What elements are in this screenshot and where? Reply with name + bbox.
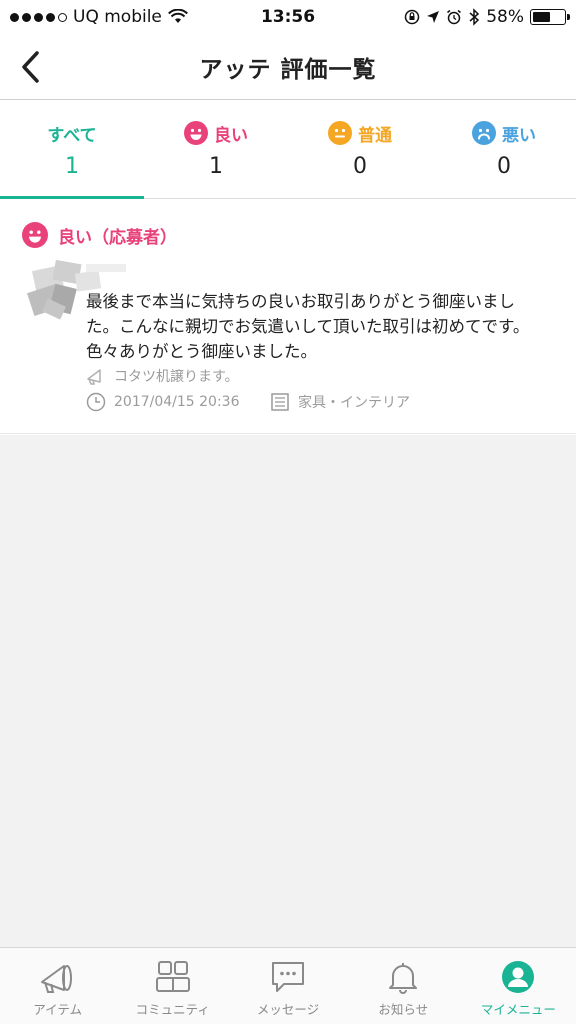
review-category: 家具・インテリア: [270, 392, 410, 412]
chevron-left-icon: [22, 51, 39, 83]
tab-all[interactable]: すべて 1: [0, 101, 144, 199]
neutral-face-icon: [328, 121, 352, 145]
tab-bar-label: マイメニュー: [480, 1002, 556, 1017]
review-item-name: コタツ机譲ります。: [114, 369, 239, 385]
status-bar: UQ mobile 13:56 58%: [0, 0, 576, 34]
smile-face-icon: [22, 222, 48, 248]
battery-percent: 58%: [486, 7, 524, 27]
tab-bar-item-messages[interactable]: メッセージ: [230, 948, 345, 1024]
tab-count: 1: [65, 153, 79, 179]
rating-filter-tabs: すべて 1 良い 1 普通 0 悪い 0: [0, 101, 576, 199]
back-button[interactable]: [8, 45, 52, 89]
wifi-icon: [167, 9, 188, 23]
smile-face-icon: [184, 121, 208, 145]
review-text-line: 色々ありがとう御座いました。: [86, 342, 317, 361]
review-item-link[interactable]: コタツ机譲ります。: [86, 366, 239, 386]
tab-neutral[interactable]: 普通 0: [288, 101, 432, 198]
tab-bar-item-items[interactable]: アイテム: [0, 948, 115, 1024]
bluetooth-icon: [469, 8, 480, 26]
community-icon: [155, 961, 190, 992]
tab-bar-label: アイテム: [33, 1002, 82, 1017]
tab-label: 良い: [214, 125, 248, 146]
tab-bar-label: メッセージ: [256, 1002, 320, 1017]
review-text-line: た。こんなに親切でお気遣いして頂いた取引は初めてです。: [86, 317, 530, 336]
tab-bar-item-community[interactable]: コミュニティ: [115, 948, 230, 1024]
category-icon: [271, 393, 289, 411]
tab-bad[interactable]: 悪い 0: [432, 101, 576, 198]
tab-count: 0: [497, 153, 511, 179]
megaphone-icon: [87, 369, 101, 385]
review-rating: 良い（応募者）: [58, 227, 177, 248]
location-icon: [427, 11, 440, 23]
tab-bar-label: コミュニティ: [135, 1002, 210, 1017]
bottom-tab-bar: アイテム コミュニティ メッセージ お知らせ マイメニュー: [0, 947, 576, 1024]
navigation-bar: アッテ 評価一覧: [0, 34, 576, 100]
rotation-lock-icon: [404, 9, 420, 25]
page-title: アッテ 評価一覧: [199, 56, 377, 83]
review-date: 2017/04/15 20:36: [86, 392, 240, 412]
empty-area: [0, 435, 576, 947]
clock-icon: [86, 392, 106, 412]
profile-icon: [502, 961, 535, 993]
signal-strength-icon: [10, 12, 67, 22]
sad-face-icon: [472, 121, 496, 145]
review-date-text: 2017/04/15 20:36: [114, 394, 240, 410]
review-text-line: 最後まで本当に気持ちの良いお取引ありがとう御座いまし: [86, 292, 515, 311]
carrier-name: UQ mobile: [73, 7, 162, 27]
tab-bar-label: お知らせ: [378, 1002, 429, 1017]
tab-bar-item-notifications[interactable]: お知らせ: [346, 948, 461, 1024]
message-icon: [272, 962, 304, 992]
tab-label: 普通: [358, 125, 392, 146]
battery-icon: [530, 9, 570, 25]
review-card[interactable]: 良い（応募者） 最後まで本当に気持ちの良いお取引ありがとう御座いまし た。こんな…: [0, 200, 576, 434]
review-text: 最後まで本当に気持ちの良いお取引ありがとう御座いまし た。こんなに親切でお気遣い…: [86, 289, 556, 364]
tab-count: 0: [353, 153, 367, 179]
megaphone-icon: [40, 965, 72, 993]
tab-good[interactable]: 良い 1: [144, 101, 288, 198]
tab-label: 悪い: [502, 125, 536, 146]
tab-label: すべて: [47, 125, 97, 146]
bell-icon: [389, 963, 418, 994]
tab-bar-item-my-menu[interactable]: マイメニュー: [461, 948, 576, 1024]
alarm-icon: [447, 9, 462, 25]
tab-count: 1: [209, 153, 223, 179]
review-category-text: 家具・インテリア: [298, 395, 410, 411]
